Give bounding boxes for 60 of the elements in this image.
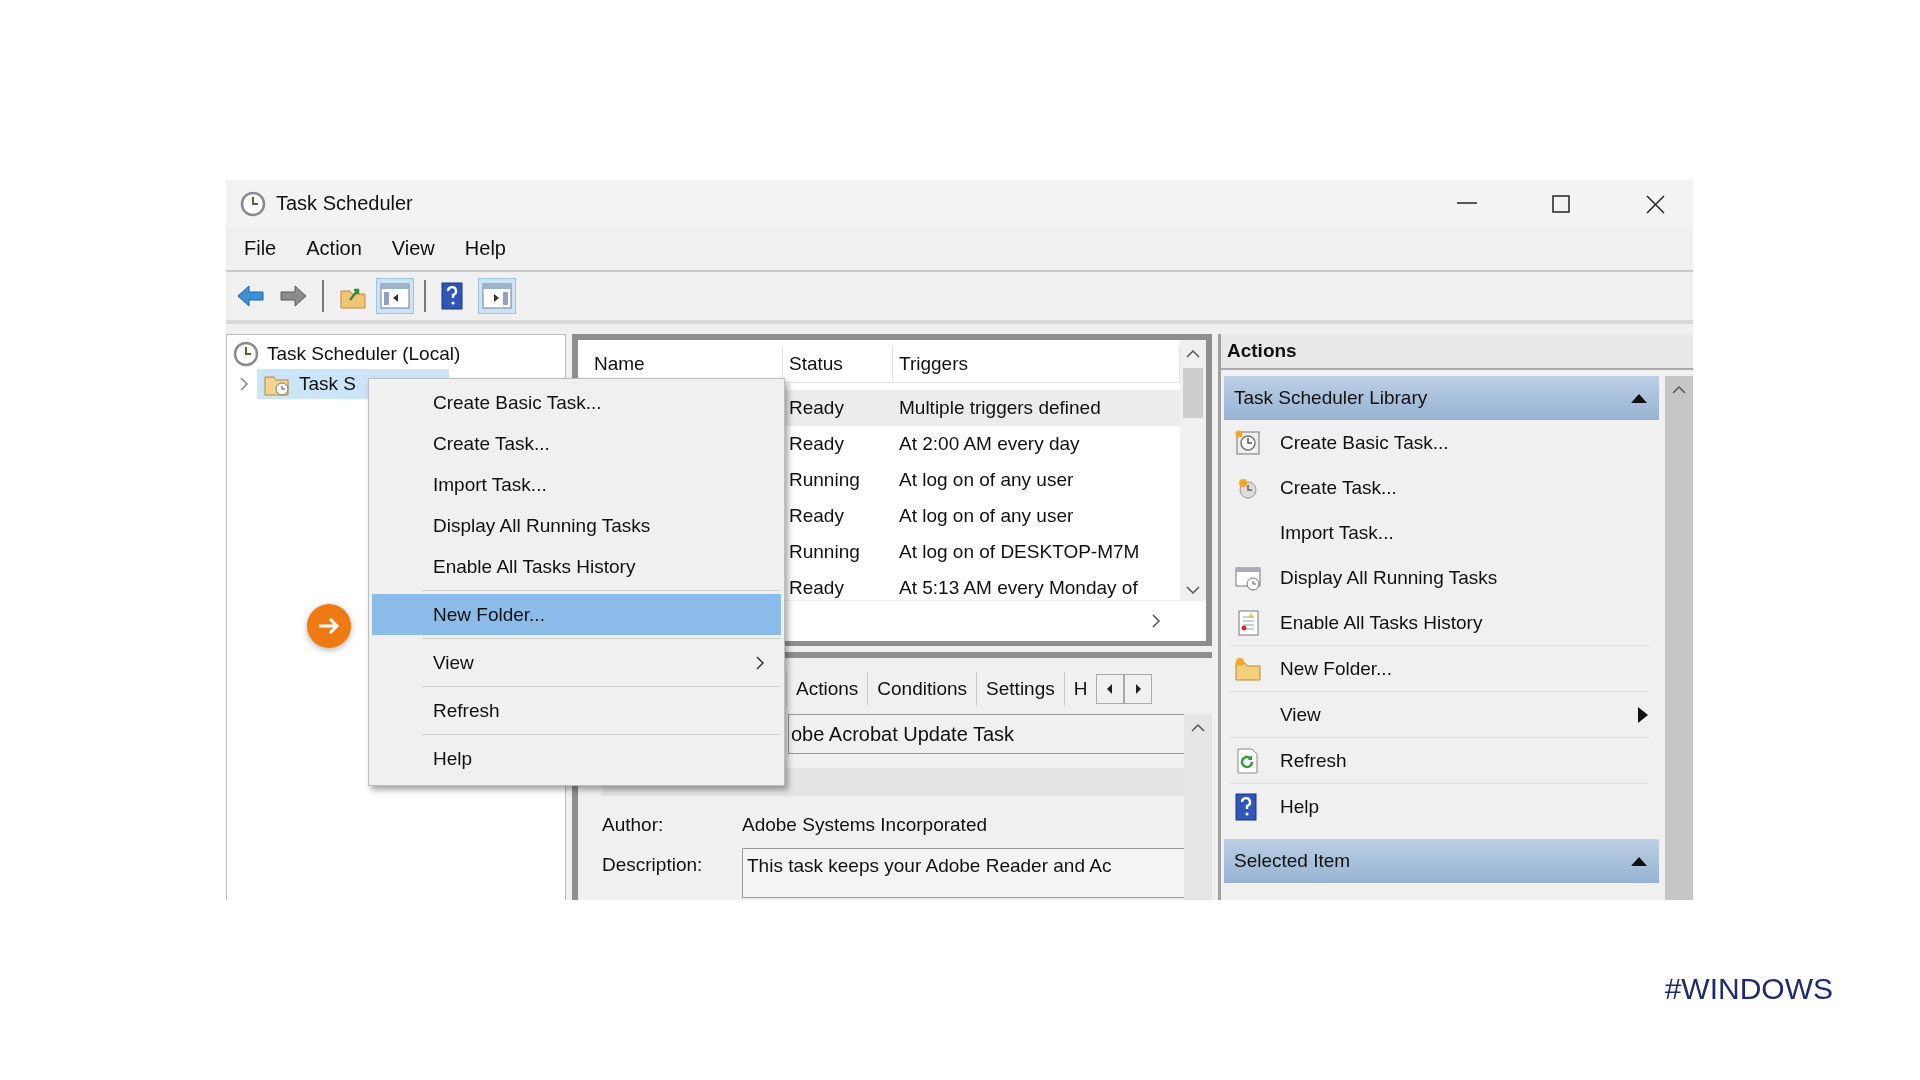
section-header[interactable]: Selected Item bbox=[1224, 839, 1659, 883]
field-label: Author: bbox=[602, 813, 665, 836]
calendar-clock-icon bbox=[1234, 428, 1262, 457]
table-cell-text: Ready bbox=[788, 505, 845, 527]
menu-item[interactable]: Import Task... bbox=[372, 464, 781, 505]
menu-item[interactable]: Display All Running Tasks bbox=[372, 505, 781, 546]
clock-icon bbox=[240, 190, 266, 217]
panes-icon bbox=[482, 282, 512, 310]
scroll-thumb[interactable] bbox=[1183, 368, 1203, 418]
action-link[interactable]: Enable All Tasks History bbox=[1280, 611, 1483, 634]
pane-header: Actions bbox=[1221, 334, 1693, 370]
field-value: Adobe Systems Incorporated bbox=[742, 813, 988, 836]
window-title: Task Scheduler bbox=[276, 192, 413, 215]
table-cell-text: At log on of DESKTOP-M7M bbox=[898, 541, 1141, 563]
tree-item[interactable]: Task Scheduler (Local) bbox=[267, 343, 461, 365]
name-field[interactable]: obe Acrobat Update Task bbox=[788, 714, 1184, 754]
table-cell-text: Multiple triggers defined bbox=[898, 397, 1102, 419]
menu-item[interactable]: New Folder... bbox=[372, 594, 781, 635]
table-cell-text: Ready bbox=[788, 577, 845, 599]
submenu-triangle-icon bbox=[1637, 705, 1649, 724]
action-link[interactable]: Import Task... bbox=[1280, 521, 1394, 544]
arrow-badge-icon bbox=[306, 603, 352, 649]
table-cell-text: Ready bbox=[788, 397, 845, 419]
menu-item[interactable]: View bbox=[372, 642, 781, 683]
clock-icon bbox=[233, 341, 259, 367]
action-link[interactable]: Create Task... bbox=[1280, 476, 1397, 499]
table-cell-text: Running bbox=[788, 469, 861, 491]
table-cell-text: Running bbox=[788, 541, 861, 563]
forward-arrow-icon bbox=[278, 282, 308, 310]
scrollbar[interactable] bbox=[1665, 376, 1693, 900]
panes-icon bbox=[380, 282, 410, 310]
action-link[interactable]: Help bbox=[1280, 795, 1320, 818]
table-cell-text: At 5:13 AM every Monday of bbox=[898, 577, 1139, 599]
action-link[interactable]: View bbox=[1280, 703, 1321, 726]
menu-item[interactable]: Enable All Tasks History bbox=[372, 546, 781, 587]
menu-item[interactable]: File bbox=[244, 237, 277, 260]
section-header[interactable]: Task Scheduler Library bbox=[1224, 376, 1659, 420]
action-link[interactable]: Display All Running Tasks bbox=[1280, 566, 1498, 589]
action-link[interactable]: Refresh bbox=[1280, 749, 1347, 772]
table-cell-text: At 2:00 AM every day bbox=[898, 433, 1081, 455]
action-link[interactable]: Create Basic Task... bbox=[1280, 431, 1449, 454]
menu-item[interactable]: Action bbox=[306, 237, 362, 260]
table-cell-text: At log on of any user bbox=[898, 469, 1075, 491]
menu-item[interactable]: Help bbox=[464, 237, 506, 260]
menu-item[interactable]: Refresh bbox=[372, 690, 781, 731]
scroll-right-icon[interactable] bbox=[1124, 674, 1153, 704]
menu-item[interactable]: View bbox=[391, 237, 435, 260]
scrollbar[interactable] bbox=[1180, 340, 1206, 600]
scrollbar[interactable] bbox=[1184, 714, 1212, 900]
table-cell-text: Ready bbox=[788, 433, 845, 455]
back-arrow-icon bbox=[236, 282, 266, 310]
table-cell-text: At log on of any user bbox=[898, 505, 1075, 527]
menu-item[interactable]: Create Task... bbox=[372, 423, 781, 464]
action-link[interactable]: New Folder... bbox=[1280, 657, 1392, 680]
category-tag: #WINDOWS bbox=[1664, 972, 1833, 1006]
description-field[interactable]: This task keeps your Adobe Reader and Ac bbox=[742, 848, 1184, 898]
menu-item[interactable]: Help bbox=[372, 738, 781, 779]
scroll-left-icon[interactable] bbox=[1096, 674, 1125, 704]
tree-label: Task S bbox=[299, 373, 357, 395]
field-label: Description: bbox=[602, 853, 704, 876]
